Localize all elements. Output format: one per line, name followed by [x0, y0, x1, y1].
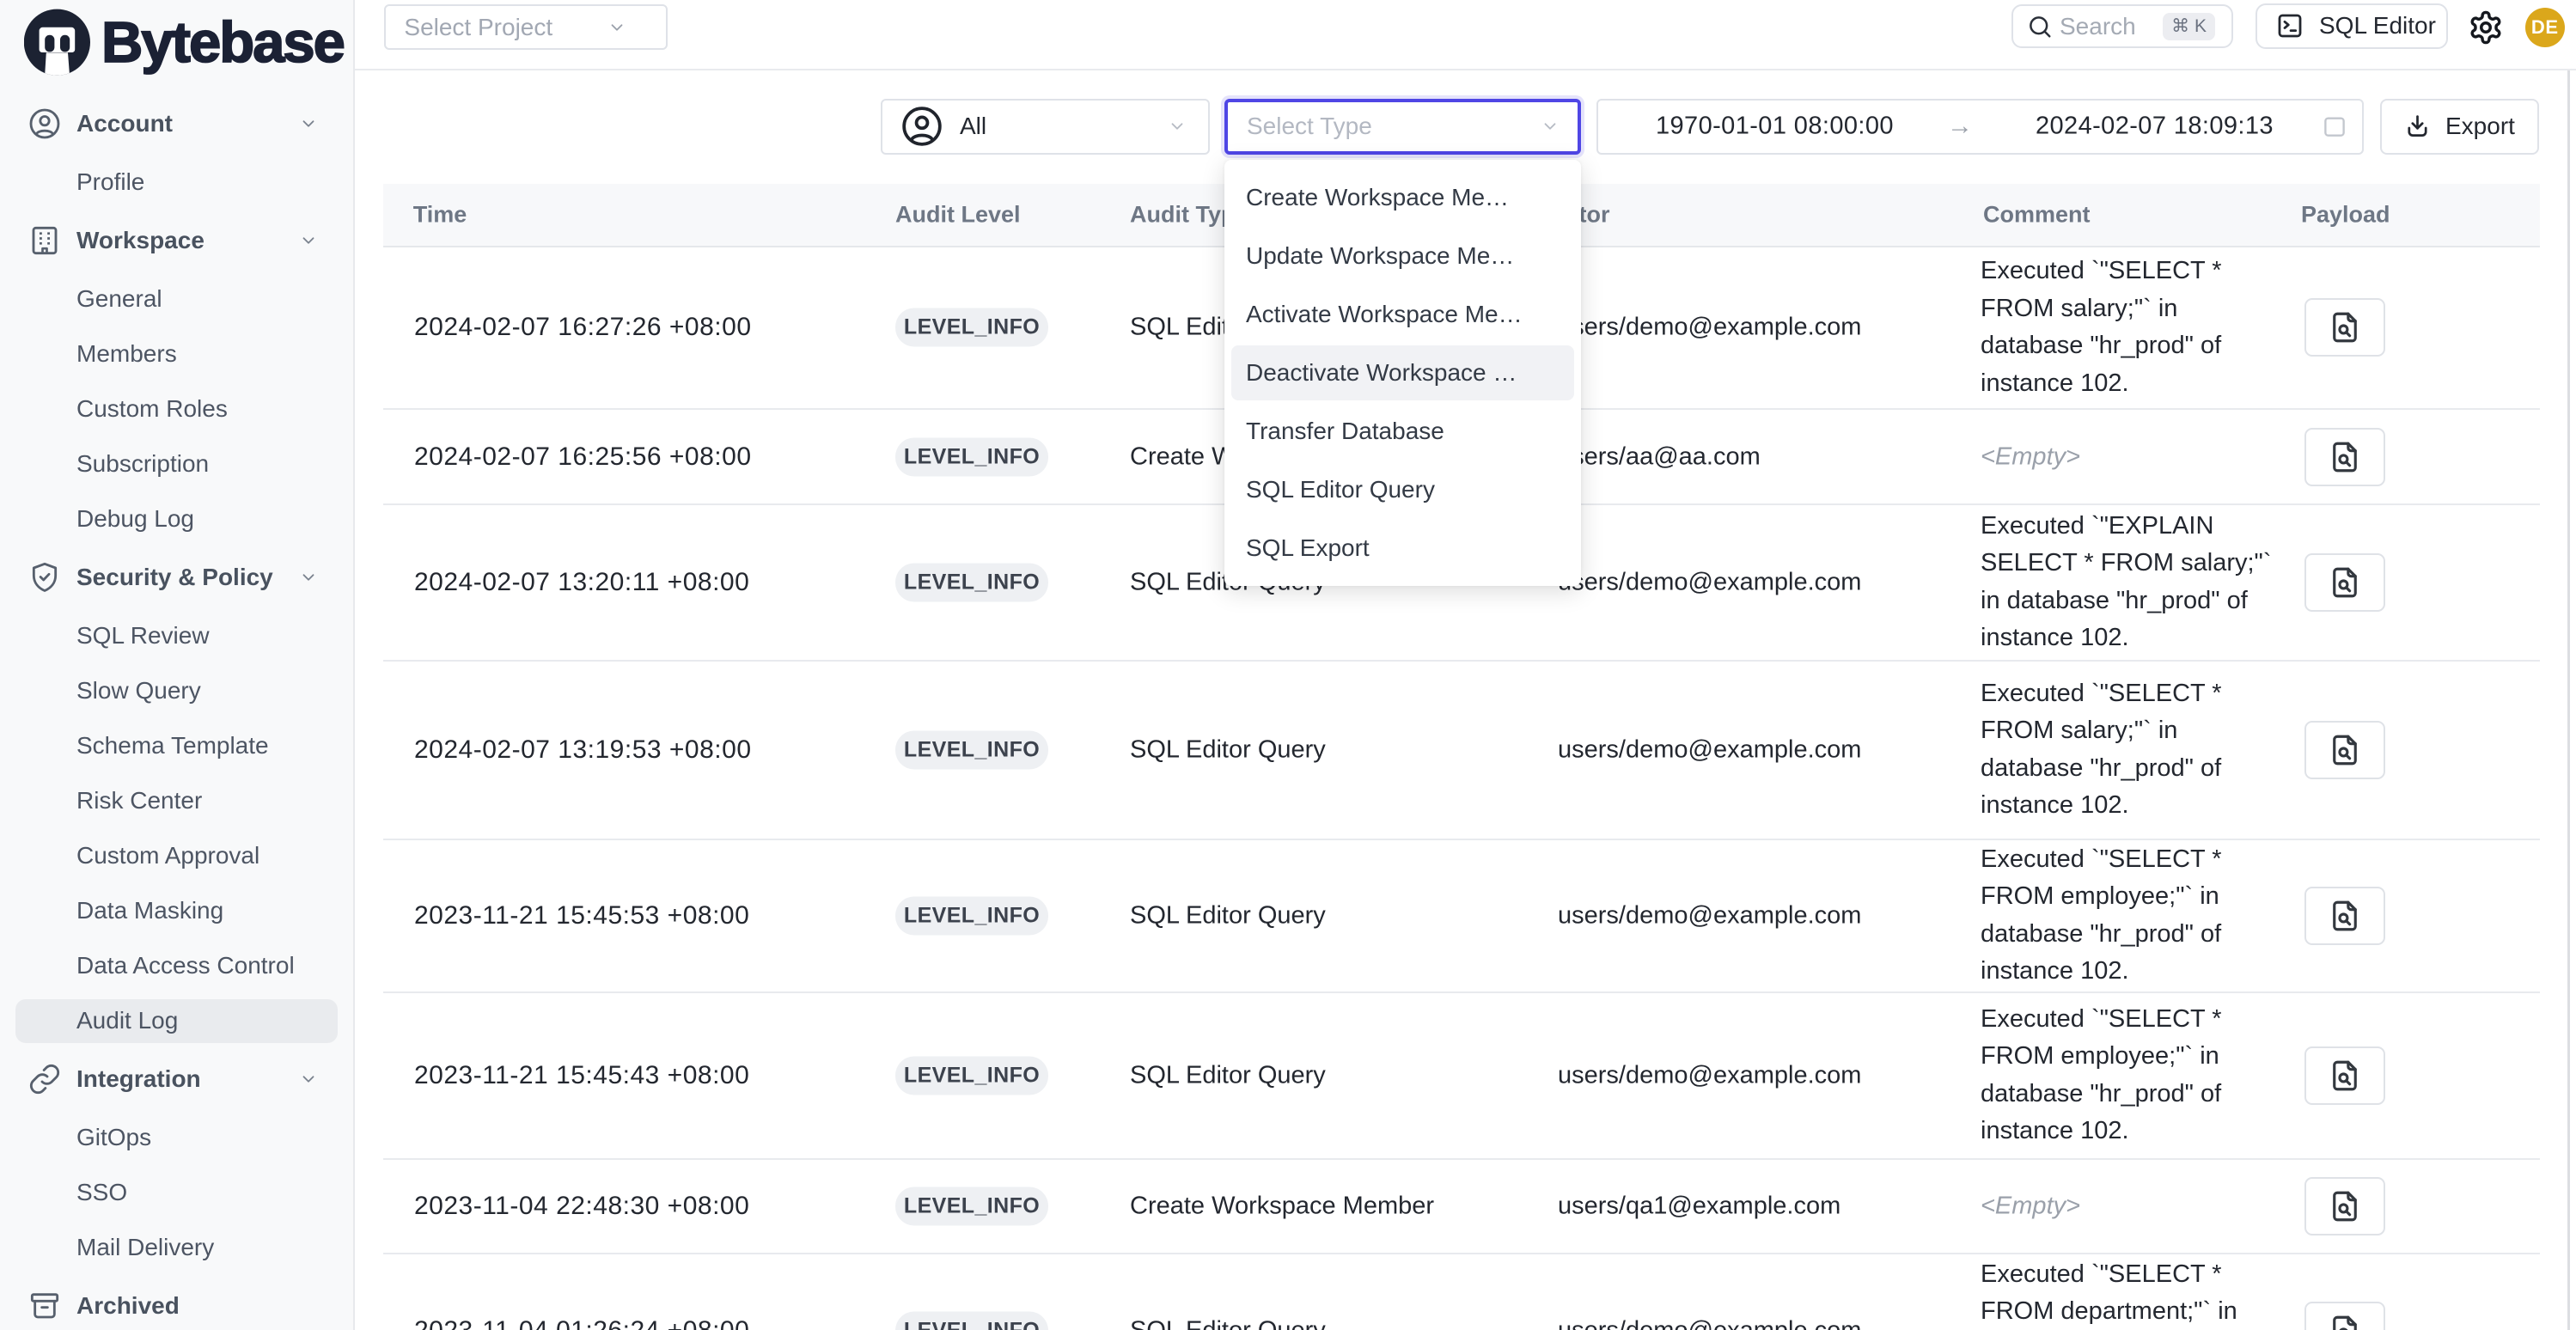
svg-text:Bytebase: Bytebase [101, 10, 344, 75]
